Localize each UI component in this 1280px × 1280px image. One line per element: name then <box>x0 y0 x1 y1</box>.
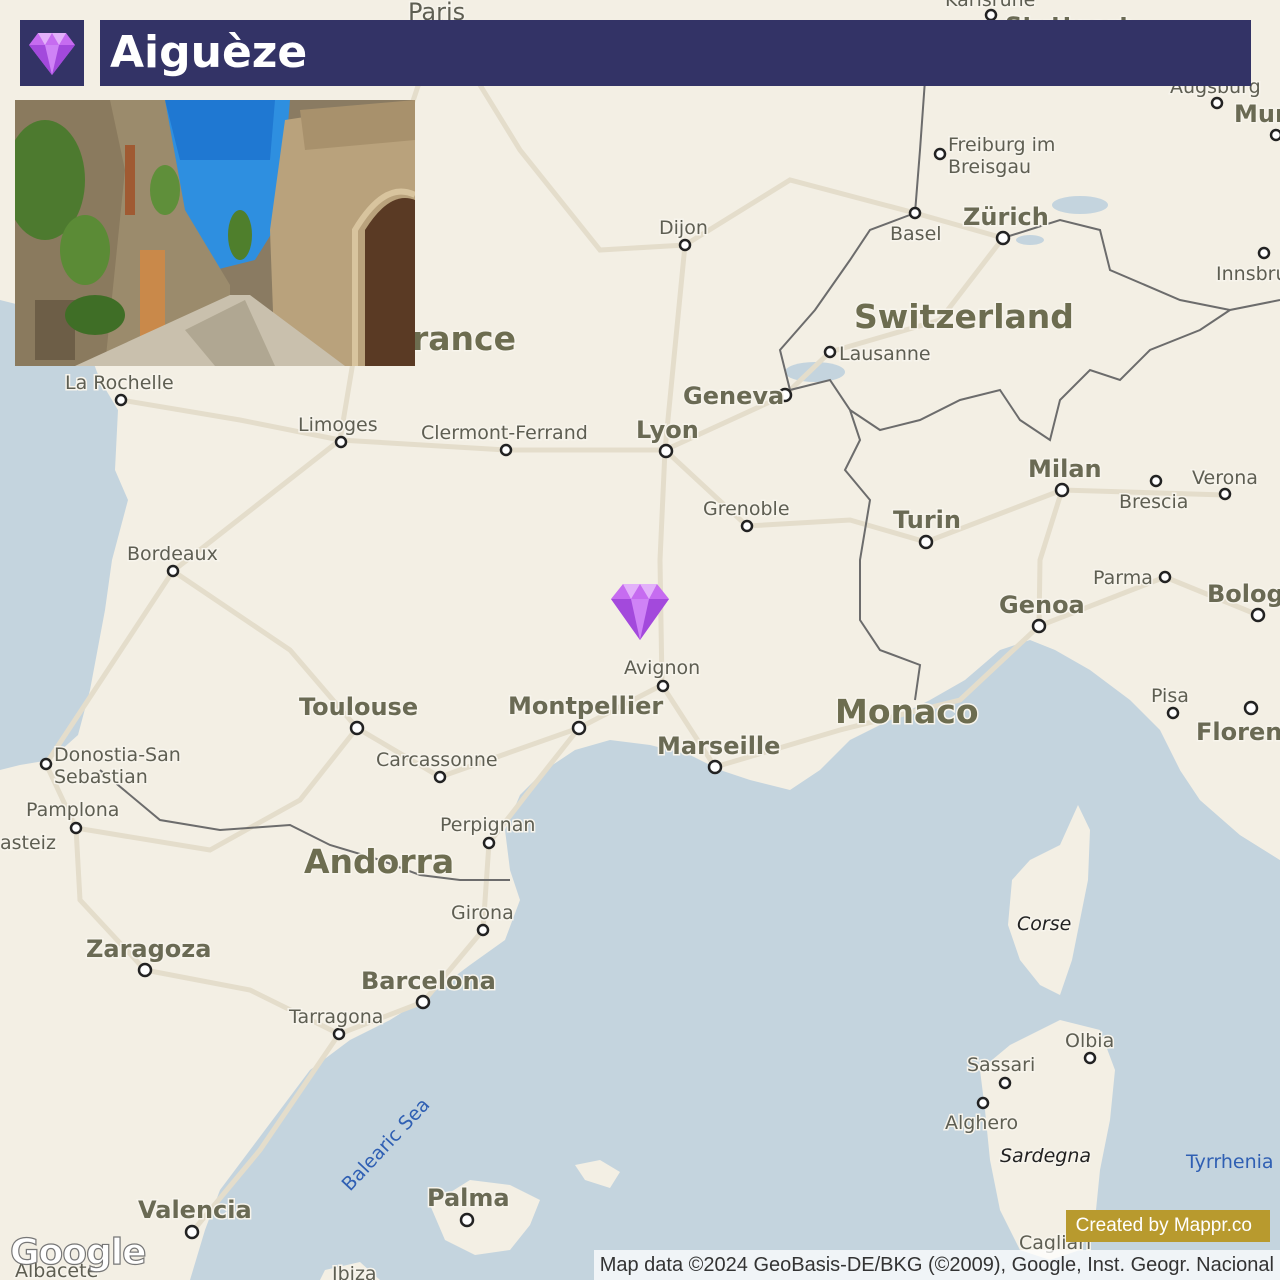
label-basel: Basel <box>890 223 942 245</box>
label-donostia: Donostia-San <box>54 744 181 766</box>
label-ibiza: Ibiza <box>332 1263 377 1280</box>
label-switzerland: Switzerland <box>854 297 1074 336</box>
label-geneva: Geneva <box>683 382 784 410</box>
label-perpignan: Perpignan <box>440 814 535 836</box>
label-tarragona: Tarragona <box>288 1006 383 1028</box>
label-freiburg: Freiburg im <box>948 134 1055 156</box>
label-barcelona: Barcelona <box>361 967 496 995</box>
label-corse: Corse <box>1017 913 1071 935</box>
label-tyrrhenian-sea: Tyrrhenia <box>1185 1151 1274 1173</box>
label-florence: Floren <box>1196 718 1280 746</box>
label-monaco: Monaco <box>835 692 979 731</box>
label-toulouse: Toulouse <box>299 693 418 721</box>
label-parma: Parma <box>1093 567 1153 589</box>
label-alghero: Alghero <box>945 1112 1018 1134</box>
label-bordeaux: Bordeaux <box>127 543 218 565</box>
map-attribution[interactable]: Map data ©2024 GeoBasis-DE/BKG (©2009), … <box>593 1250 1280 1280</box>
label-karlsruhe: Karlsruhe <box>945 0 1035 11</box>
label-france: rance <box>412 319 516 358</box>
label-donostia-2: Sebastian <box>54 766 148 788</box>
label-munich: Mun <box>1234 100 1280 128</box>
label-valencia: Valencia <box>138 1196 252 1224</box>
label-innsbruck: Innsbru <box>1216 263 1280 285</box>
label-milan: Milan <box>1028 455 1102 483</box>
label-brescia: Brescia <box>1119 491 1188 513</box>
label-sardegna: Sardegna <box>1000 1145 1091 1167</box>
gem-icon <box>29 33 75 75</box>
label-pamplona: Pamplona <box>26 799 119 821</box>
label-palma: Palma <box>427 1184 510 1212</box>
label-sassari: Sassari <box>967 1054 1035 1076</box>
label-verona: Verona <box>1192 467 1258 489</box>
title-bar: Aiguèze <box>100 20 1251 86</box>
label-turin: Turin <box>893 506 961 534</box>
page-title: Aiguèze <box>110 27 308 78</box>
lake-constance <box>1052 196 1108 214</box>
label-la-rochelle: La Rochelle <box>65 372 174 394</box>
label-vitoria: asteiz <box>0 832 56 854</box>
google-logo: Google <box>9 1231 147 1273</box>
label-zaragoza: Zaragoza <box>86 935 211 963</box>
lake-zurich <box>1016 235 1044 245</box>
title-icon-box <box>20 20 84 86</box>
label-limoges: Limoges <box>298 414 378 436</box>
label-carcassonne: Carcassonne <box>376 749 498 771</box>
label-avignon: Avignon <box>624 657 700 679</box>
label-olbia: Olbia <box>1065 1030 1114 1052</box>
label-andorra: Andorra <box>304 842 454 881</box>
label-bologna: Bolog <box>1207 580 1280 608</box>
label-dijon: Dijon <box>659 217 708 239</box>
label-girona: Girona <box>451 902 514 924</box>
label-lyon: Lyon <box>636 416 699 444</box>
credit-badge[interactable]: Created by Mappr.co <box>1065 1210 1270 1242</box>
label-zurich: Zürich <box>963 203 1049 231</box>
label-genoa: Genoa <box>999 591 1085 619</box>
label-montpellier: Montpellier <box>508 692 663 720</box>
label-lausanne: Lausanne <box>839 343 931 365</box>
label-grenoble: Grenoble <box>703 498 790 520</box>
village-street-photo <box>15 100 415 366</box>
label-clermont: Clermont-Ferrand <box>421 422 588 444</box>
label-freiburg-2: Breisgau <box>948 156 1031 178</box>
label-marseille: Marseille <box>657 732 780 760</box>
label-pisa: Pisa <box>1151 685 1189 707</box>
